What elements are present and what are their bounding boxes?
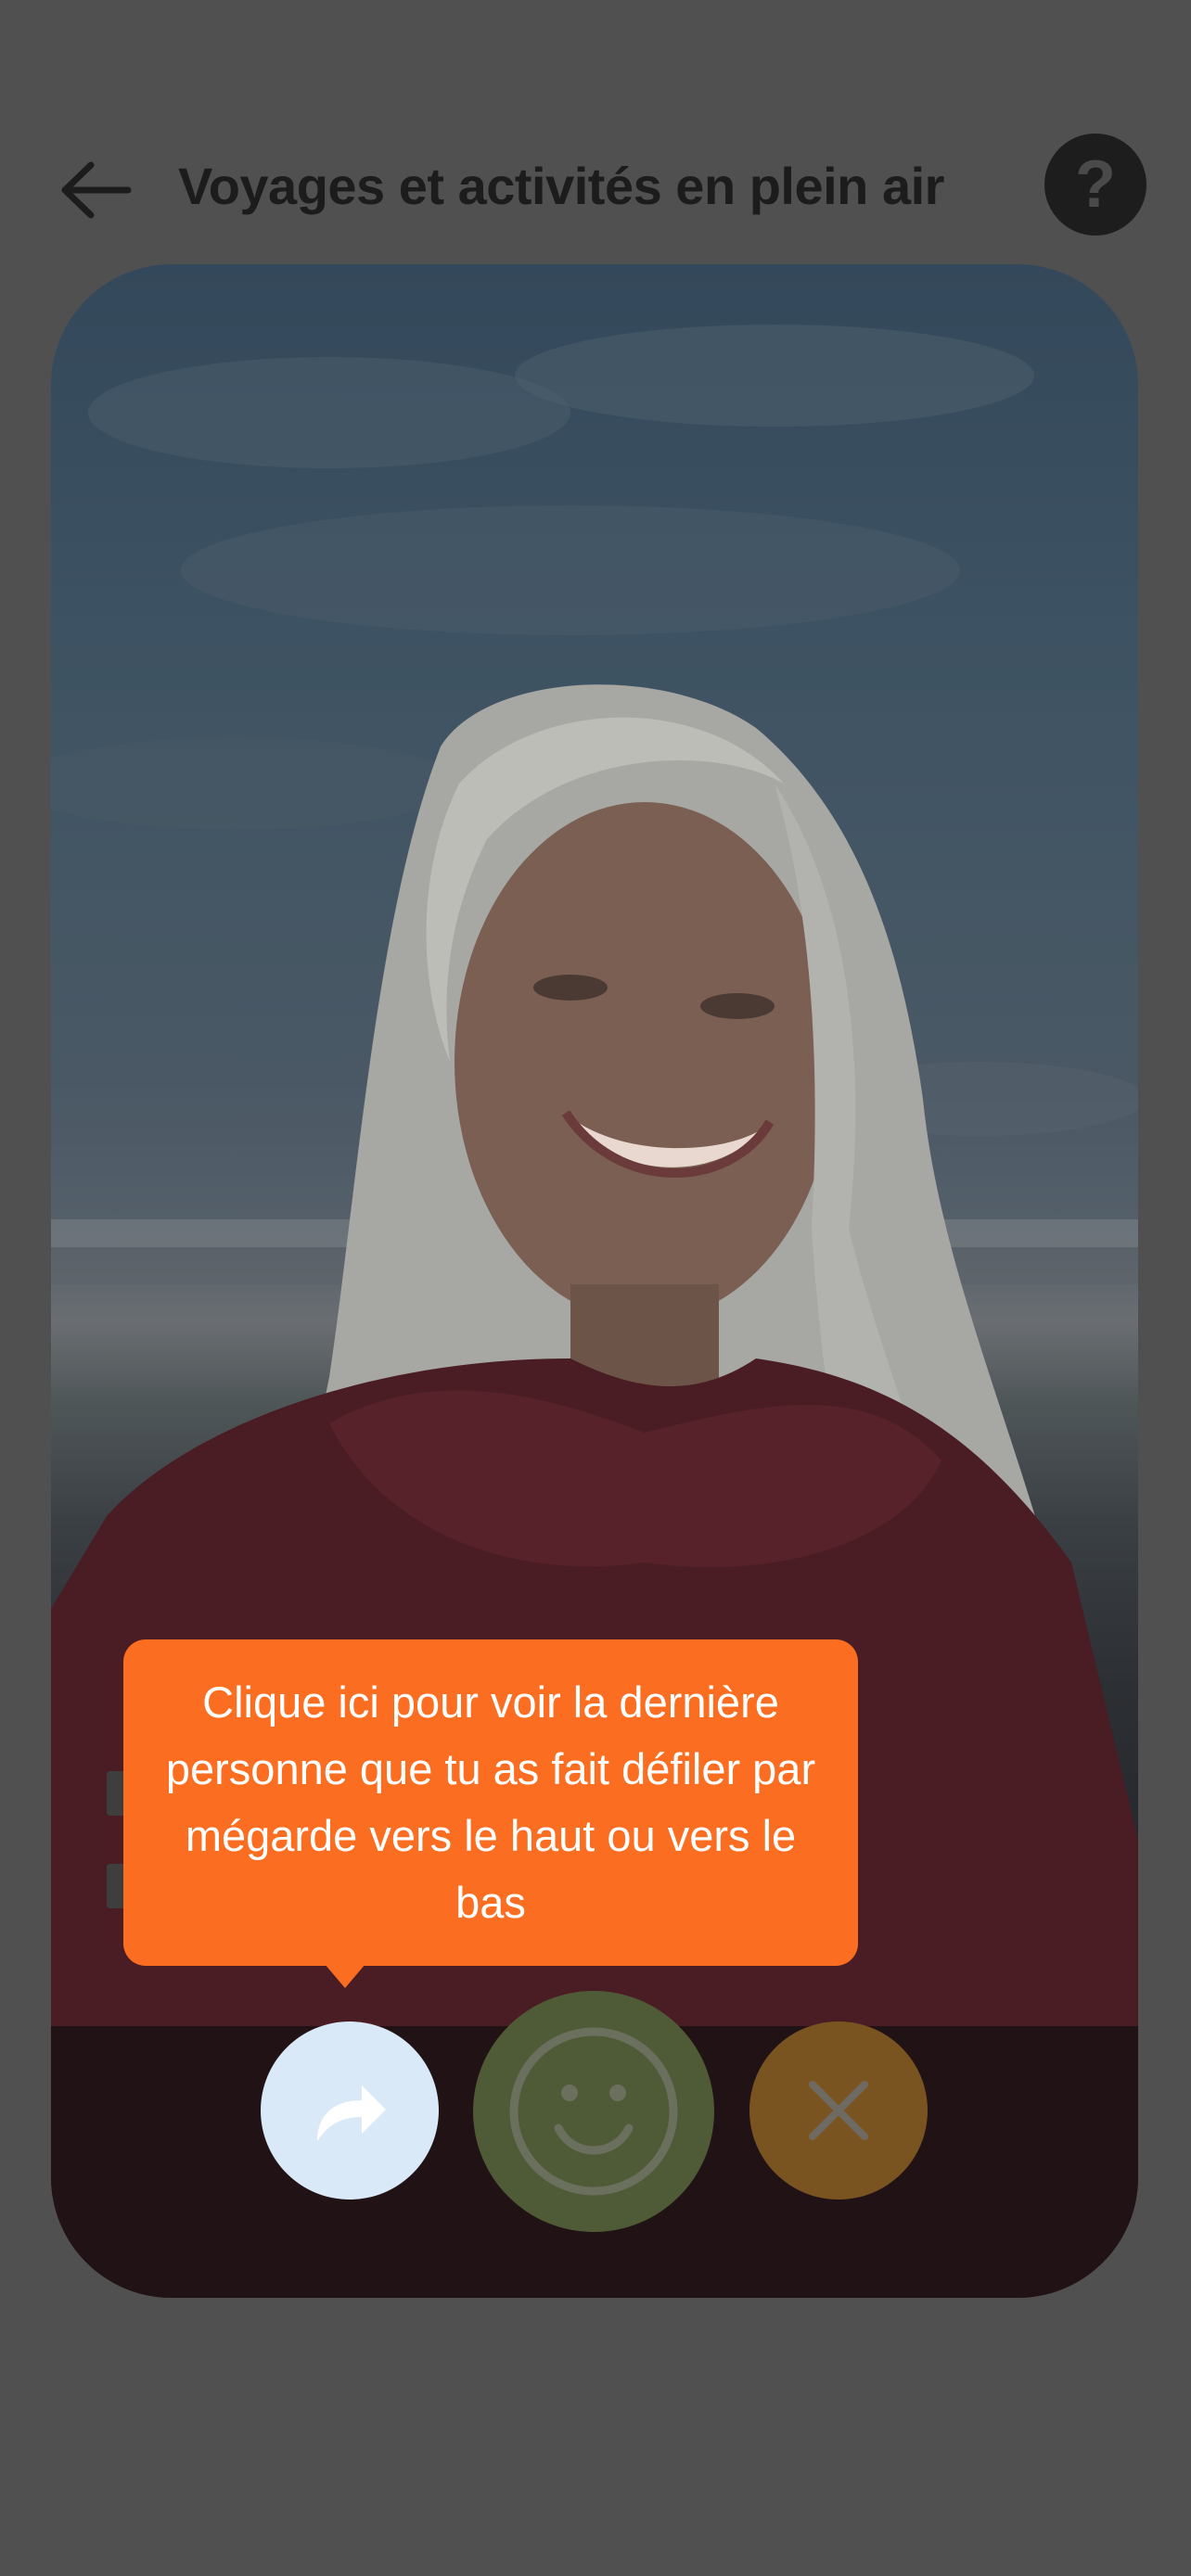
page-title: Voyages et activités en plein air [178,157,944,215]
close-x-icon [809,2081,868,2140]
back-button[interactable] [56,158,139,223]
tooltip-pointer [325,1964,365,1988]
rewind-button[interactable] [261,2021,439,2200]
pass-button[interactable] [749,2021,928,2200]
help-button[interactable]: ? [1044,134,1146,236]
smiley-face-icon [509,2027,678,2196]
screen: Voyages et activités en plein air ? Cliq… [0,0,1191,2576]
rewind-tooltip: Clique ici pour voir la dernière personn… [123,1639,858,1966]
header-bar: Voyages et activités en plein air ? [0,130,1191,250]
like-button[interactable] [473,1991,714,2232]
rewind-share-arrow-icon [317,2085,386,2141]
arrow-left-icon [61,161,132,219]
